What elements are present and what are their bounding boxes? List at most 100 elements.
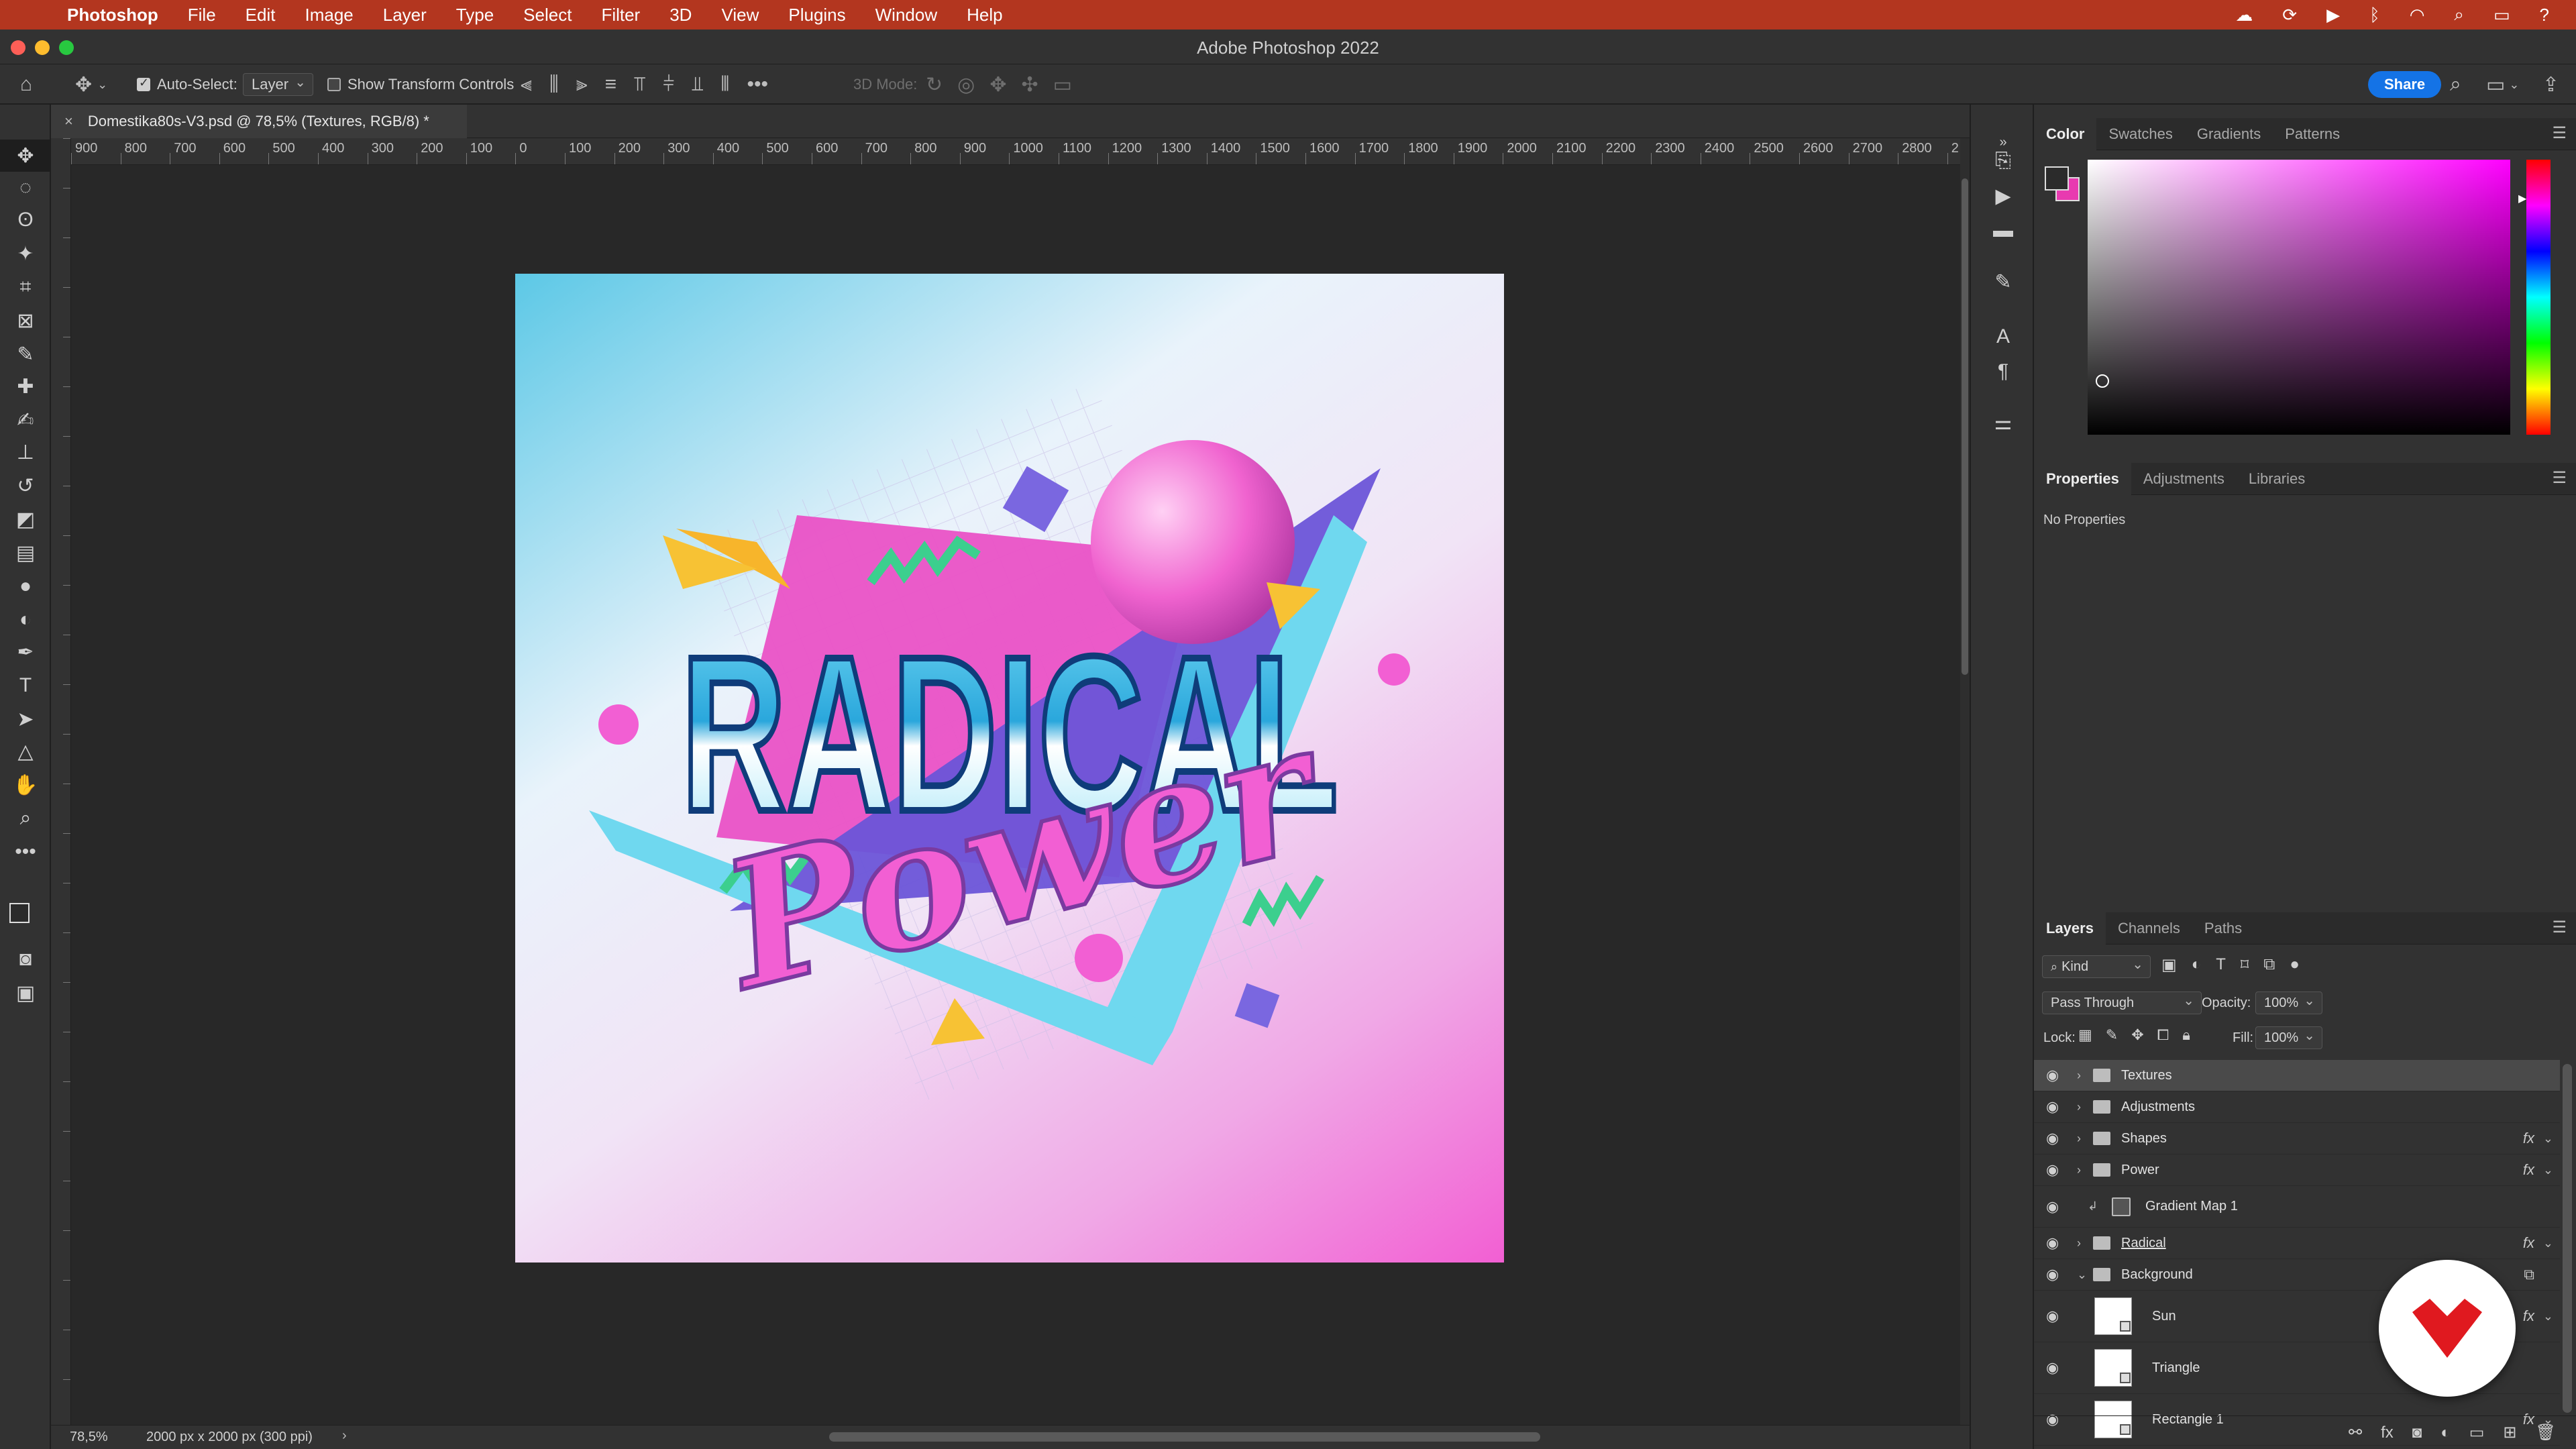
apple-menu-icon[interactable] bbox=[27, 5, 47, 25]
character-icon[interactable]: A bbox=[1971, 319, 2035, 354]
spotlight-search-icon[interactable]: ⌕ bbox=[2454, 4, 2464, 25]
menu-file[interactable]: File bbox=[188, 5, 216, 25]
dodge-tool-icon[interactable]: ◐ bbox=[0, 604, 51, 636]
new-group-icon[interactable]: ▭ bbox=[2469, 1423, 2485, 1442]
screen-mode-icon[interactable]: ▣ bbox=[0, 977, 51, 1009]
tab-paths[interactable]: Paths bbox=[2192, 912, 2254, 945]
sync-icon[interactable]: ⟳ bbox=[2282, 5, 2297, 25]
effects-chevron-icon[interactable]: ⌄ bbox=[2543, 1132, 2553, 1146]
3d-pan-icon[interactable]: ✥ bbox=[989, 73, 1006, 97]
filter-shape-icon[interactable]: ⌑ bbox=[2241, 955, 2249, 975]
effects-chevron-icon[interactable]: ⌄ bbox=[2543, 1236, 2553, 1250]
layer-row[interactable]: ◉ › Textures bbox=[2034, 1060, 2560, 1091]
menu-window[interactable]: Window bbox=[875, 5, 937, 25]
eyedropper-tool-icon[interactable]: ✎ bbox=[0, 338, 51, 370]
paragraph-icon[interactable]: ¶ bbox=[1971, 354, 2035, 389]
menu-image[interactable]: Image bbox=[305, 5, 353, 25]
group-collapse-chevron-icon[interactable]: ⌄ bbox=[2077, 1268, 2087, 1282]
tab-layers[interactable]: Layers bbox=[2034, 912, 2106, 945]
fill-field[interactable]: 100% bbox=[2255, 1026, 2322, 1049]
layer-row[interactable]: ◉ › Shapes fx ⌄ bbox=[2034, 1123, 2560, 1155]
help-circle-icon[interactable]: ? bbox=[2540, 5, 2549, 25]
workspace-icon[interactable]: ▭ ⌄ bbox=[2486, 64, 2519, 105]
visibility-eye-icon[interactable]: ◉ bbox=[2046, 1266, 2059, 1283]
menu-select[interactable]: Select bbox=[523, 5, 572, 25]
visibility-eye-icon[interactable]: ◉ bbox=[2046, 1098, 2059, 1116]
hand-tool-icon[interactable]: ✋ bbox=[0, 769, 51, 801]
path-selection-tool-icon[interactable]: ➤ bbox=[0, 703, 51, 735]
zoom-tool-icon[interactable]: ⌕ bbox=[0, 802, 51, 835]
edit-toolbar-icon[interactable]: ••• bbox=[0, 836, 51, 868]
blur-tool-icon[interactable]: ● bbox=[0, 570, 51, 602]
hue-slider-marker-icon[interactable]: ▶ bbox=[2518, 192, 2526, 205]
fg-color-chip[interactable] bbox=[2045, 166, 2069, 191]
vertical-scrollbar[interactable] bbox=[1960, 138, 1970, 1425]
menu-layer[interactable]: Layer bbox=[383, 5, 427, 25]
history-brush-tool-icon[interactable]: ↺ bbox=[0, 470, 51, 502]
layer-effects-icon[interactable]: fx bbox=[2523, 1307, 2534, 1325]
menu-filter[interactable]: Filter bbox=[601, 5, 640, 25]
marquee-tool-icon[interactable]: ◌ bbox=[0, 172, 51, 204]
menu-edit[interactable]: Edit bbox=[246, 5, 276, 25]
align-right-icon[interactable]: ⫸ bbox=[576, 73, 588, 96]
filter-type-icon[interactable]: T bbox=[2216, 955, 2226, 975]
lock-pixels-icon[interactable]: ✎ bbox=[2106, 1026, 2118, 1044]
layer-row[interactable]: ◉ ↲ Gradient Map 1 bbox=[2034, 1186, 2560, 1228]
add-style-icon[interactable]: fx bbox=[2381, 1424, 2394, 1442]
share-export-icon[interactable]: ⇪ bbox=[2542, 64, 2559, 105]
zoom-level[interactable]: 78,5% bbox=[70, 1430, 108, 1445]
align-bottom-icon[interactable]: ⫫ bbox=[692, 73, 703, 96]
history-icon[interactable]: ⎘ bbox=[1971, 144, 2035, 178]
tab-properties[interactable]: Properties bbox=[2034, 462, 2131, 495]
layers-scroll-thumb[interactable] bbox=[2563, 1064, 2572, 1413]
add-mask-icon[interactable]: ◙ bbox=[2412, 1424, 2422, 1442]
menu-3d[interactable]: 3D bbox=[669, 5, 692, 25]
layer-effects-icon[interactable]: fx bbox=[2523, 1130, 2534, 1147]
lock-all-icon[interactable]: 🔒︎ bbox=[2182, 1026, 2190, 1044]
type-tool-icon[interactable]: T bbox=[0, 669, 51, 702]
doc-info-chevron-icon[interactable]: › bbox=[342, 1428, 347, 1444]
visibility-eye-icon[interactable]: ◉ bbox=[2046, 1067, 2059, 1084]
delete-layer-icon[interactable]: 🗑︎ bbox=[2536, 1423, 2556, 1442]
tab-swatches[interactable]: Swatches bbox=[2096, 118, 2184, 150]
move-tool-preset-icon[interactable]: ✥ ⌄ bbox=[75, 64, 107, 105]
align-top-icon[interactable]: ⫪ bbox=[634, 73, 645, 96]
more-options-icon[interactable]: ••• bbox=[747, 73, 768, 96]
new-layer-icon[interactable]: ⊞ bbox=[2503, 1423, 2516, 1442]
layer-row[interactable]: ◉ › Radical fx ⌄ bbox=[2034, 1228, 2560, 1259]
move-tool-icon[interactable]: ✥ bbox=[0, 140, 51, 172]
menu-app-photoshop[interactable]: Photoshop bbox=[67, 5, 158, 25]
distribute-v-icon[interactable]: ⦀ bbox=[720, 73, 729, 96]
lock-artboard-icon[interactable]: ⧠ bbox=[2157, 1026, 2169, 1044]
show-transform-checkbox[interactable]: Show Transform Controls bbox=[327, 64, 514, 105]
show-transform-check[interactable] bbox=[327, 78, 341, 91]
filter-smart-object-icon[interactable]: ⧉ bbox=[2263, 955, 2275, 975]
brush-settings-icon[interactable]: ✎ bbox=[1971, 264, 2035, 299]
visibility-eye-icon[interactable]: ◉ bbox=[2046, 1359, 2059, 1377]
layer-row[interactable]: ◉ › Power fx ⌄ bbox=[2034, 1155, 2560, 1186]
visibility-eye-icon[interactable]: ◉ bbox=[2046, 1198, 2059, 1216]
3d-slide-icon[interactable]: ✣ bbox=[1021, 73, 1038, 97]
color-panel-menu-icon[interactable]: ☰ bbox=[2552, 123, 2567, 143]
opacity-field[interactable]: 100% bbox=[2255, 991, 2322, 1014]
align-middle-v-icon[interactable]: ⫩ bbox=[663, 73, 674, 96]
play-circle-icon[interactable]: ▶ bbox=[2326, 5, 2340, 25]
close-document-icon[interactable]: × bbox=[64, 113, 73, 130]
quick-mask-icon[interactable]: ◙ bbox=[0, 943, 51, 975]
clone-stamp-tool-icon[interactable]: ⊥ bbox=[0, 436, 51, 468]
home-icon[interactable]: ⌂ bbox=[20, 64, 32, 105]
layer-filter-dropdown[interactable]: ⌕ Kind bbox=[2042, 955, 2151, 978]
blend-mode-dropdown[interactable]: Pass Through bbox=[2042, 991, 2202, 1014]
wifi-icon[interactable]: ◠ bbox=[2410, 5, 2425, 25]
align-left-icon[interactable]: ⫷ bbox=[521, 73, 532, 96]
3d-roll-icon[interactable]: ◎ bbox=[957, 73, 975, 97]
visibility-eye-icon[interactable]: ◉ bbox=[2046, 1307, 2059, 1325]
filter-pixel-icon[interactable]: ▣ bbox=[2161, 955, 2177, 975]
frame-tool-icon[interactable]: ⊠ bbox=[0, 305, 51, 337]
auto-select-checkbox[interactable]: Auto-Select: bbox=[137, 64, 237, 105]
group-expand-chevron-icon[interactable]: › bbox=[2077, 1163, 2081, 1177]
tab-patterns[interactable]: Patterns bbox=[2273, 118, 2352, 150]
group-expand-chevron-icon[interactable]: › bbox=[2077, 1100, 2081, 1114]
group-expand-chevron-icon[interactable]: › bbox=[2077, 1132, 2081, 1146]
tab-adjustments[interactable]: Adjustments bbox=[2131, 463, 2237, 495]
